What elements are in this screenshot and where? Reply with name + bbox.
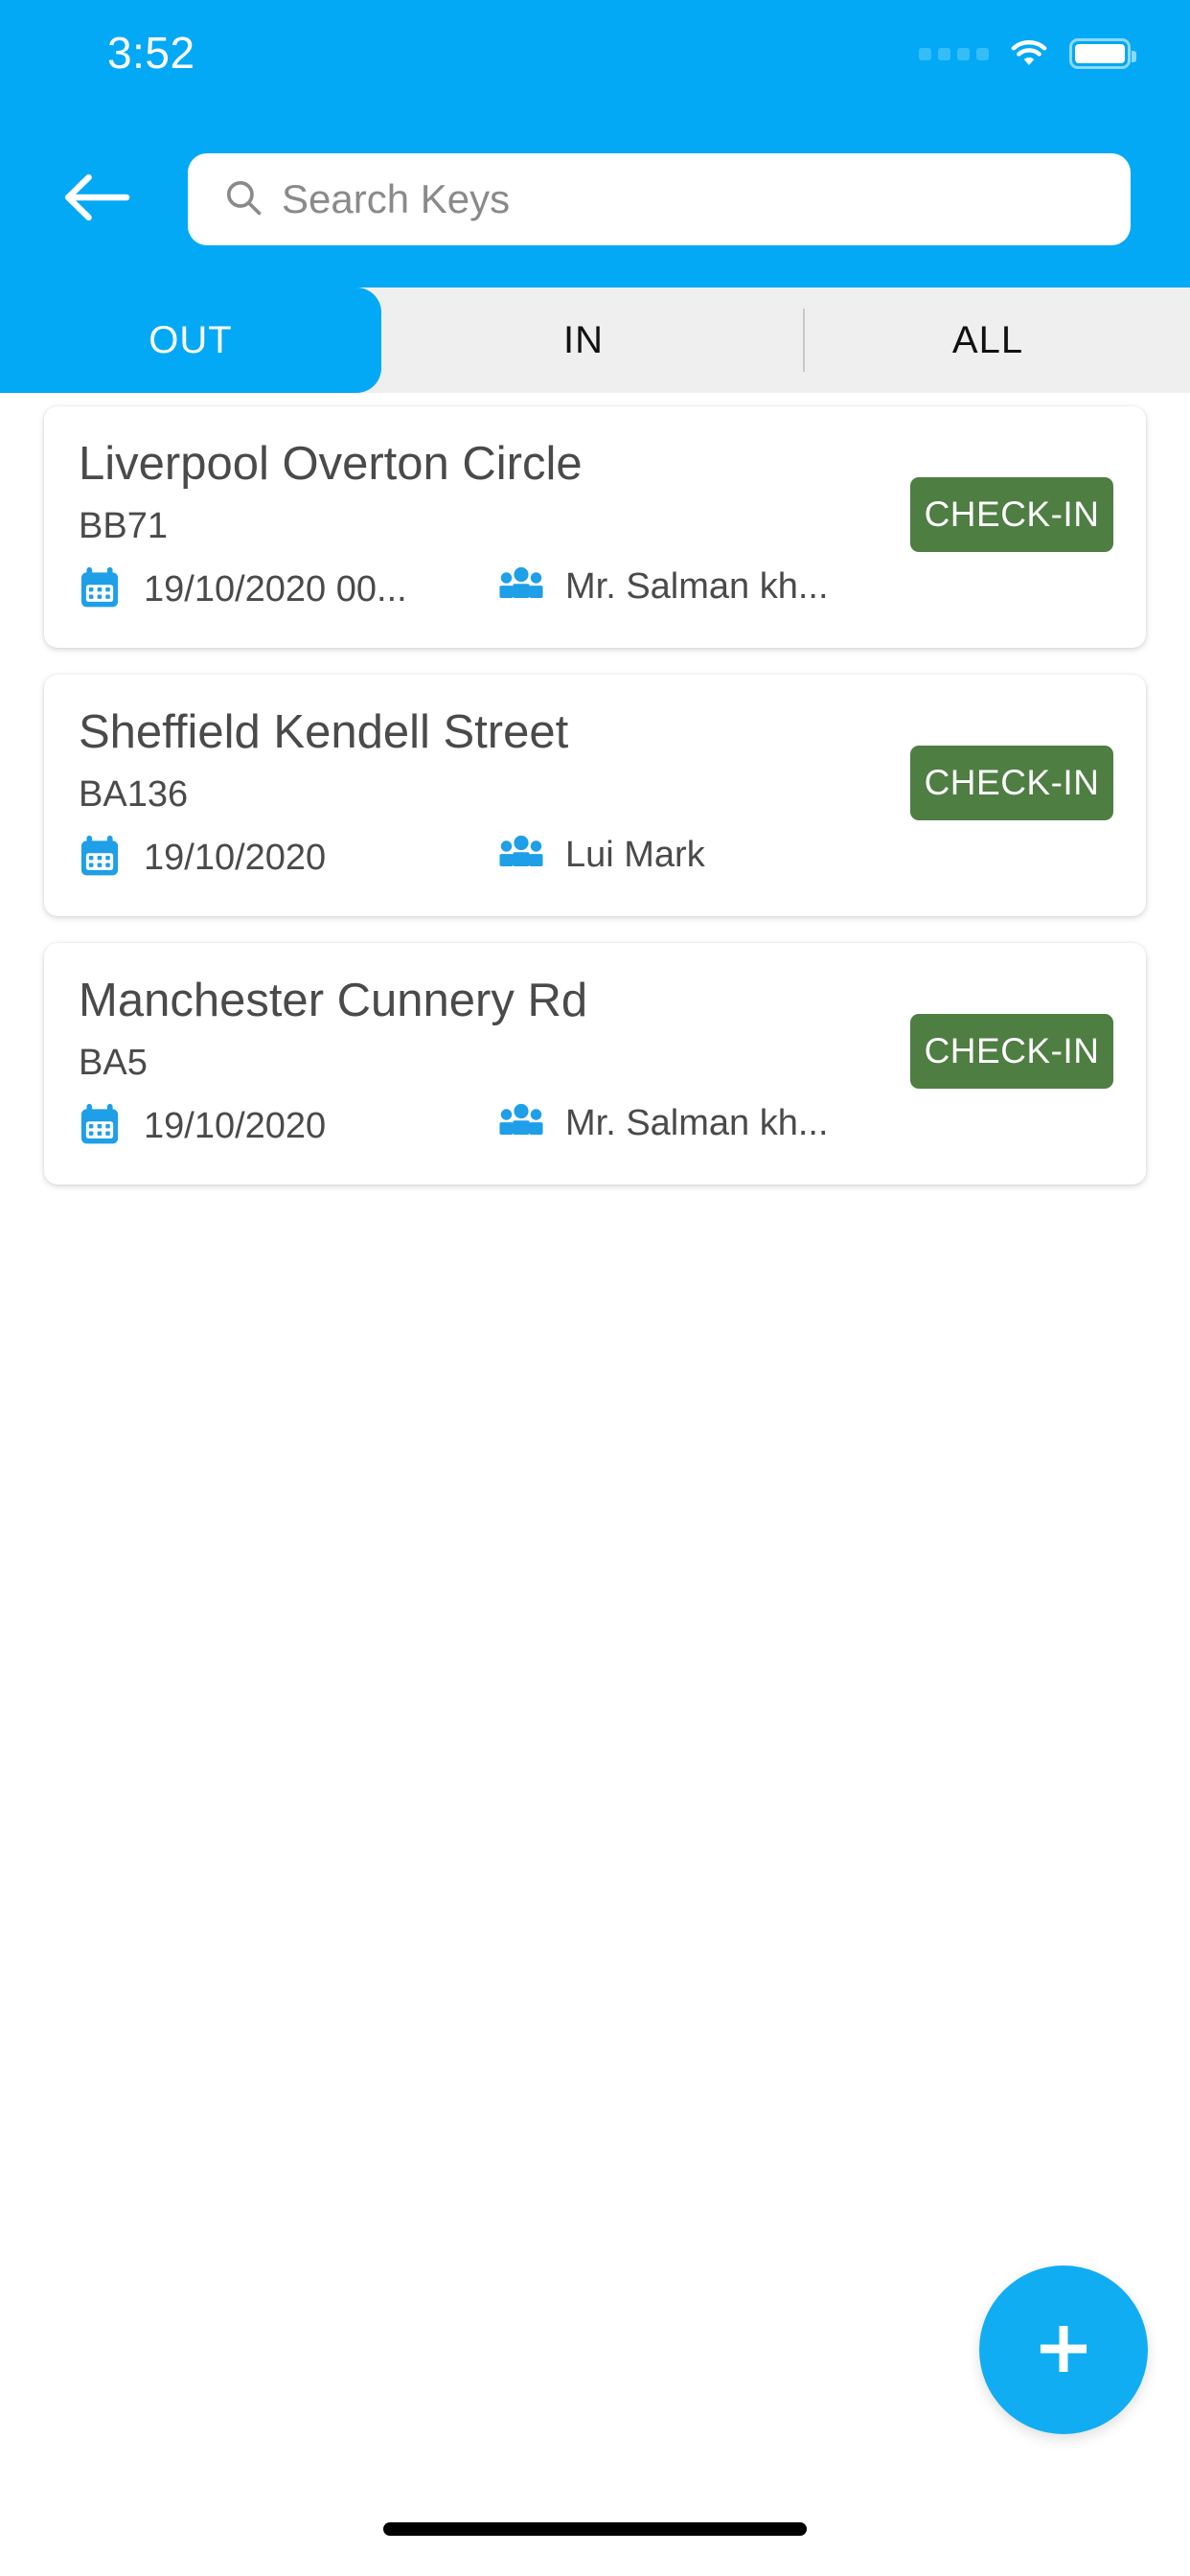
search-placeholder: Search Keys [282,176,511,221]
tab-divider [803,309,805,372]
list-item-user-text: Mr. Salman kh... [565,566,829,607]
tab-out[interactable]: OUT [0,288,381,393]
list-item-date-text: 19/10/2020 [144,1106,327,1146]
people-group-icon [498,1102,544,1145]
list-item-title: Sheffield Kendell Street [79,706,569,758]
key-list: Liverpool Overton Circle BB71 19/10/2020… [0,406,1190,1211]
status-bar: 3:52 [0,0,1190,96]
list-item-code: BB71 [79,506,168,546]
battery-full-icon [1069,38,1136,69]
list-item-user-text: Mr. Salman kh... [565,1103,829,1143]
search-icon [222,176,264,223]
filter-tabs: OUT IN ALL [0,288,1190,393]
list-item-date: 19/10/2020 00... [79,565,407,614]
calendar-icon [79,834,121,883]
list-item-user: Mr. Salman kh... [498,1102,829,1145]
list-item-meta: 19/10/2020 Mr. Salman kh... [79,1102,845,1156]
list-item-user-text: Lui Mark [565,835,705,875]
list-item-date-text: 19/10/2020 00... [144,569,407,610]
table-row[interactable]: Manchester Cunnery Rd BA5 19/10/2020 Mr.… [44,943,1146,1184]
search-input[interactable]: Search Keys [188,153,1131,245]
calendar-icon [79,565,121,614]
list-item-code: BA5 [79,1043,148,1083]
list-item-code: BA136 [79,774,189,815]
check-in-button[interactable]: CHECK-IN [910,1014,1113,1089]
people-group-icon [498,834,544,877]
check-in-button[interactable]: CHECK-IN [910,746,1113,820]
list-item-user: Mr. Salman kh... [498,565,829,609]
home-indicator [383,2522,807,2536]
list-item-meta: 19/10/2020 00... Mr. Salman kh... [79,565,845,619]
wifi-icon [1010,39,1048,68]
list-item-date: 19/10/2020 [79,1102,326,1151]
people-group-icon [498,565,544,609]
tab-all[interactable]: ALL [786,288,1190,393]
check-in-button[interactable]: CHECK-IN [910,477,1113,552]
list-item-title: Manchester Cunnery Rd [79,975,588,1026]
status-bar-indicators [919,38,1136,69]
calendar-icon [79,1102,121,1151]
list-item-meta: 19/10/2020 Lui Mark [79,834,845,887]
table-row[interactable]: Sheffield Kendell Street BA136 19/10/202… [44,675,1146,916]
list-item-date-text: 19/10/2020 [144,838,327,878]
list-item-title: Liverpool Overton Circle [79,438,583,490]
table-row[interactable]: Liverpool Overton Circle BB71 19/10/2020… [44,406,1146,648]
tab-in-label: IN [563,318,604,361]
app-header: 3:52 Search Keys [0,0,1190,288]
back-button[interactable] [54,161,138,238]
tab-all-label: ALL [951,318,1024,361]
list-item-date: 19/10/2020 [79,834,326,883]
tab-out-label: OUT [149,318,233,361]
signal-dots-icon [919,47,989,60]
back-arrow-icon [60,169,131,231]
plus-icon [1028,2313,1099,2387]
list-item-user: Lui Mark [498,834,705,877]
status-bar-time: 3:52 [107,28,195,78]
app-screen: 3:52 Search Keys OUT IN ALL Liverpool Ov… [0,0,1190,2576]
add-key-button[interactable] [979,2266,1148,2434]
tab-in[interactable]: IN [381,288,786,393]
